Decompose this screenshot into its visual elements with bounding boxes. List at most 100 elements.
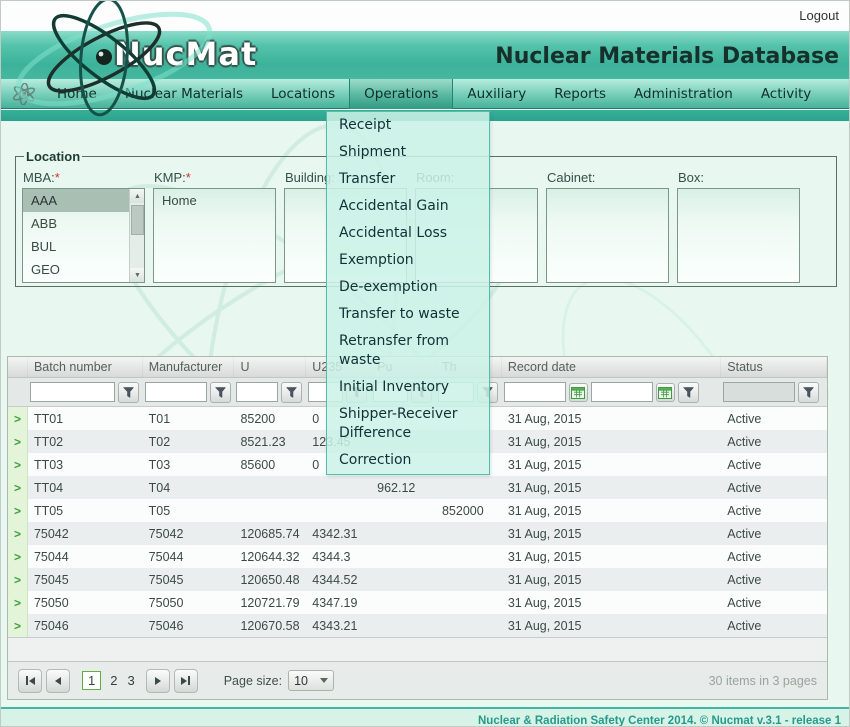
- listbox-mba[interactable]: AAAABBBULGEOKAZ▲▼: [22, 188, 145, 283]
- row-expander[interactable]: >: [8, 568, 28, 591]
- row-expander[interactable]: >: [8, 545, 28, 568]
- nav-item-locations[interactable]: Locations: [257, 79, 349, 109]
- grid-header-expander: [8, 357, 28, 377]
- nav-item-operations[interactable]: Operations: [349, 79, 453, 109]
- row-expander[interactable]: >: [8, 453, 28, 476]
- cell-batch-number: 75044: [28, 550, 143, 564]
- table-row[interactable]: >7504275042120685.744342.3131 Aug, 2015A…: [8, 522, 827, 545]
- row-expander[interactable]: >: [8, 591, 28, 614]
- scroll-up-button[interactable]: ▲: [130, 189, 145, 203]
- status-filter-input[interactable]: [723, 382, 795, 402]
- table-row[interactable]: >TT04T04962.1231 Aug, 2015Active: [8, 476, 827, 499]
- row-expander[interactable]: >: [8, 407, 28, 430]
- nav-item-administration[interactable]: Administration: [620, 79, 747, 109]
- cell-status: Active: [721, 504, 827, 518]
- menu-item-transfer[interactable]: Transfer: [327, 166, 489, 193]
- cell-manufacturer: T01: [143, 412, 235, 426]
- last-page-button[interactable]: [174, 669, 198, 693]
- location-label-mba: MBA:*: [23, 170, 145, 185]
- cell-batch-number: TT04: [28, 481, 143, 495]
- menu-item-receipt[interactable]: Receipt: [327, 112, 489, 139]
- scrollbar[interactable]: ▲▼: [129, 189, 144, 282]
- row-expander[interactable]: >: [8, 614, 28, 637]
- page-number-3[interactable]: 3: [127, 673, 134, 688]
- page-size-select[interactable]: 10: [288, 670, 334, 691]
- listbox-option-abb[interactable]: ABB: [23, 212, 144, 235]
- menu-item-exemption[interactable]: Exemption: [327, 247, 489, 274]
- cell-u: 120685.74: [234, 527, 306, 541]
- page-number-2[interactable]: 2: [110, 673, 117, 688]
- column-header-status[interactable]: Status: [721, 357, 827, 377]
- filter-input-batch-number[interactable]: [30, 382, 115, 402]
- menu-item-retransfer-from-waste[interactable]: Retransfer from waste: [327, 328, 489, 374]
- filter-funnel-button[interactable]: [798, 382, 819, 403]
- filter-input-u[interactable]: [236, 382, 278, 402]
- filter-funnel-button[interactable]: [678, 382, 699, 403]
- previous-page-button[interactable]: [46, 669, 70, 693]
- listbox-option-aaa[interactable]: AAA: [23, 189, 144, 212]
- menu-item-shipper-receiver-difference[interactable]: Shipper-Receiver Difference: [327, 401, 489, 447]
- page-size-value: 10: [294, 674, 308, 688]
- cell-record-date: 31 Aug, 2015: [502, 596, 721, 610]
- listbox-cabinet[interactable]: [546, 188, 669, 283]
- first-page-button[interactable]: [18, 669, 42, 693]
- table-row[interactable]: >TT05T0585200031 Aug, 2015Active: [8, 499, 827, 522]
- column-header-record-date[interactable]: Record date: [502, 357, 721, 377]
- column-header-manufacturer[interactable]: Manufacturer: [143, 357, 235, 377]
- row-expander[interactable]: >: [8, 476, 28, 499]
- menu-item-accidental-gain[interactable]: Accidental Gain: [327, 193, 489, 220]
- table-row[interactable]: >7504575045120650.484344.5231 Aug, 2015A…: [8, 568, 827, 591]
- cell-u235: 4344.52: [306, 573, 371, 587]
- row-expander[interactable]: >: [8, 430, 28, 453]
- nav-item-reports[interactable]: Reports: [540, 79, 620, 109]
- listbox-option-home[interactable]: Home: [154, 189, 275, 212]
- column-header-batch-number[interactable]: Batch number: [28, 357, 143, 377]
- nav-item-activity[interactable]: Activity: [747, 79, 826, 109]
- cell-status: Active: [721, 527, 827, 541]
- calendar-icon-button[interactable]: [656, 383, 675, 402]
- next-page-button[interactable]: [146, 669, 170, 693]
- logout-link[interactable]: Logout: [799, 8, 839, 23]
- cell-record-date: 31 Aug, 2015: [502, 550, 721, 564]
- cell-manufacturer: 75050: [143, 596, 235, 610]
- filter-funnel-button[interactable]: [281, 382, 302, 403]
- table-row[interactable]: >7504475044120644.324344.331 Aug, 2015Ac…: [8, 545, 827, 568]
- location-label-text: MBA:: [23, 170, 55, 185]
- page-number-1[interactable]: 1: [82, 671, 101, 690]
- nav-item-nuclear-materials[interactable]: Nuclear Materials: [111, 79, 257, 109]
- cell-status: Active: [721, 435, 827, 449]
- listbox-option-bul[interactable]: BUL: [23, 235, 144, 258]
- record-date-from-input[interactable]: [504, 382, 566, 402]
- listbox-kmp[interactable]: Home: [153, 188, 276, 283]
- cell-batch-number: TT03: [28, 458, 143, 472]
- cell-status: Active: [721, 573, 827, 587]
- menu-item-correction[interactable]: Correction: [327, 447, 489, 474]
- filter-funnel-button[interactable]: [210, 382, 231, 403]
- nav-item-auxiliary[interactable]: Auxiliary: [453, 79, 540, 109]
- listbox-option-kaz[interactable]: KAZ: [23, 281, 144, 283]
- menu-item-shipment[interactable]: Shipment: [327, 139, 489, 166]
- cell-pu: 962.12: [371, 481, 436, 495]
- filter-cell-u: [234, 382, 306, 403]
- scroll-down-button[interactable]: ▼: [130, 268, 145, 282]
- scrollbar-thumb[interactable]: [131, 205, 144, 235]
- menu-item-transfer-to-waste[interactable]: Transfer to waste: [327, 301, 489, 328]
- column-header-u[interactable]: U: [234, 357, 306, 377]
- listbox-box[interactable]: [677, 188, 800, 283]
- calendar-icon-button[interactable]: [569, 383, 588, 402]
- nav-item-home[interactable]: Home: [43, 79, 111, 109]
- cell-status: Active: [721, 481, 827, 495]
- row-expander[interactable]: >: [8, 522, 28, 545]
- menu-item-initial-inventory[interactable]: Initial Inventory: [327, 374, 489, 401]
- menu-item-accidental-loss[interactable]: Accidental Loss: [327, 220, 489, 247]
- table-row[interactable]: >7505075050120721.794347.1931 Aug, 2015A…: [8, 591, 827, 614]
- table-row[interactable]: >7504675046120670.584343.2131 Aug, 2015A…: [8, 614, 827, 637]
- cell-u235: 4344.3: [306, 550, 371, 564]
- record-date-to-input[interactable]: [591, 382, 653, 402]
- row-expander[interactable]: >: [8, 499, 28, 522]
- filter-input-manufacturer[interactable]: [145, 382, 207, 402]
- cell-u235: 4342.31: [306, 527, 371, 541]
- filter-funnel-button[interactable]: [118, 382, 139, 403]
- menu-item-de-exemption[interactable]: De-exemption: [327, 274, 489, 301]
- listbox-option-geo[interactable]: GEO: [23, 258, 144, 281]
